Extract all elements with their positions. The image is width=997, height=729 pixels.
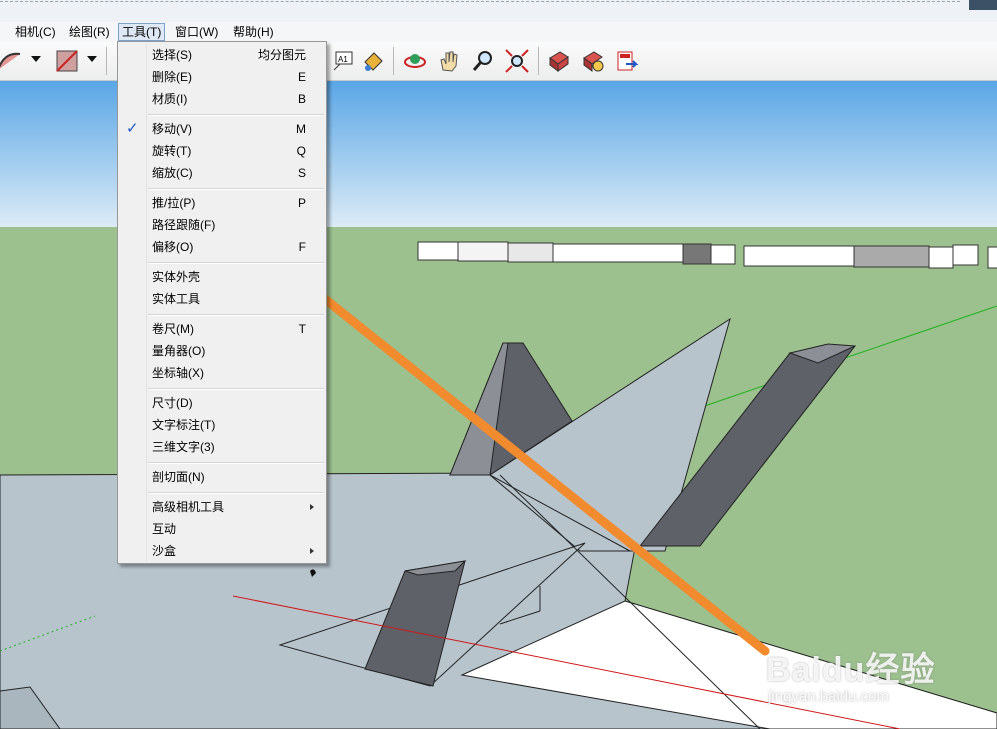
menu-item-follow-me[interactable]: 路径跟随(F) — [120, 214, 324, 236]
menu-item-offset[interactable]: 偏移(O) F — [120, 236, 324, 258]
menu-item-protractor[interactable]: 量角器(O) — [120, 340, 324, 362]
menu-item-3d-text[interactable]: 三维文字(3) — [120, 436, 324, 458]
submenu-arrow-icon — [310, 504, 314, 510]
window-corner — [969, 0, 997, 10]
menu-tools[interactable]: 工具(T) — [118, 23, 166, 41]
menu-item-push-pull[interactable]: 推/拉(P) P — [120, 192, 324, 214]
chevron-down-icon[interactable] — [87, 56, 97, 62]
chevron-down-icon[interactable] — [31, 56, 41, 62]
menu-window[interactable]: 窗口(W) — [172, 24, 221, 40]
menu-item-move[interactable]: ✓ 移动(V) M — [120, 118, 324, 140]
menu-item-shortcut: P — [297, 196, 306, 210]
menu-item-label: 坐标轴(X) — [152, 366, 204, 380]
menu-item-outer-shell[interactable]: 实体外壳 — [120, 266, 324, 288]
menu-item-shortcut: 均分图元 — [257, 48, 306, 62]
tools-menu-dropdown: 选择(S) 均分图元 删除(E) E 材质(I) B ✓ 移动(V) M 旋转(T) Q 缩… — [117, 41, 327, 564]
menu-item-label: 互动 — [152, 522, 177, 536]
title-strip — [0, 0, 997, 23]
component-share-icon[interactable] — [580, 48, 606, 74]
watermark-logo: Baidu经验 — [766, 651, 936, 689]
baidu-watermark: Baidu经验 jingyan.baidu.com — [766, 620, 996, 720]
paint-bucket-icon[interactable] — [360, 48, 386, 74]
menu-separator — [148, 492, 324, 494]
toolbar-separator — [538, 47, 539, 75]
menu-item-label: 材质(I) — [152, 92, 188, 106]
menu-item-label: 选择(S) — [152, 48, 192, 62]
zoom-icon[interactable] — [470, 48, 496, 74]
menu-item-label: 剖切面(N) — [152, 470, 205, 484]
menu-item-shortcut: E — [297, 70, 306, 84]
menu-item-shortcut: T — [298, 322, 306, 336]
menu-item-label: 量角器(O) — [152, 344, 206, 358]
menu-item-section-plane[interactable]: 剖切面(N) — [120, 466, 324, 488]
watermark-url: jingyan.baidu.com — [768, 688, 889, 705]
menu-item-label: 缩放(C) — [152, 166, 193, 180]
menu-help[interactable]: 帮助(H) — [230, 24, 277, 40]
zoom-extents-icon[interactable] — [504, 48, 530, 74]
menu-item-label: 尺寸(D) — [152, 396, 193, 410]
menu-item-label: 实体工具 — [152, 292, 201, 306]
menu-item-shortcut: Q — [296, 144, 306, 158]
menu-item-label: 旋转(T) — [152, 144, 192, 158]
export-icon[interactable] — [614, 48, 640, 74]
arc-icon[interactable] — [0, 48, 22, 74]
toolbar-separator — [106, 47, 107, 75]
menu-item-label: 移动(V) — [152, 122, 192, 136]
menu-item-label: 实体外壳 — [152, 270, 201, 284]
orbit-icon[interactable] — [402, 48, 428, 74]
menu-separator — [148, 462, 324, 464]
menu-item-label: 沙盒 — [152, 544, 177, 558]
menu-item-label: 卷尺(M) — [152, 322, 194, 336]
menu-draw[interactable]: 绘图(R) — [66, 24, 113, 40]
menu-separator — [148, 114, 324, 116]
rectangle-icon[interactable] — [54, 48, 80, 74]
component-get-icon[interactable] — [546, 48, 572, 74]
menu-item-tape-measure[interactable]: 卷尺(M) T — [120, 318, 324, 340]
menu-item-label: 高级相机工具 — [152, 500, 225, 514]
menu-item-erase[interactable]: 删除(E) E — [120, 66, 324, 88]
menubar: 相机(C) 绘图(R) 工具(T) 窗口(W) 帮助(H) — [0, 22, 997, 42]
menu-item-advanced-camera[interactable]: 高级相机工具 — [120, 496, 324, 518]
menu-item-rotate[interactable]: 旋转(T) Q — [120, 140, 324, 162]
menu-item-select[interactable]: 选择(S) 均分图元 — [120, 44, 324, 66]
menu-item-axes[interactable]: 坐标轴(X) — [120, 362, 324, 384]
toolbar-separator — [393, 47, 394, 75]
submenu-arrow-icon — [310, 548, 314, 554]
text-label-icon[interactable]: A1 — [330, 48, 356, 74]
menu-camera[interactable]: 相机(C) — [12, 24, 59, 40]
menu-separator — [148, 314, 324, 316]
menu-item-text[interactable]: 文字标注(T) — [120, 414, 324, 436]
pan-hand-icon[interactable] — [436, 48, 462, 74]
menu-item-dimensions[interactable]: 尺寸(D) — [120, 392, 324, 414]
menu-item-label: 三维文字(3) — [152, 440, 215, 454]
menu-item-label: 路径跟随(F) — [152, 218, 216, 232]
menu-item-shortcut: B — [297, 92, 306, 106]
menu-item-shortcut: S — [297, 166, 306, 180]
menu-item-label: 文字标注(T) — [152, 418, 216, 432]
menu-item-solid-tools[interactable]: 实体工具 — [120, 288, 324, 310]
menu-item-interact[interactable]: 互动 — [120, 518, 324, 540]
menu-item-label: 删除(E) — [152, 70, 192, 84]
menu-separator — [148, 262, 324, 264]
checkmark-icon: ✓ — [126, 120, 139, 137]
menu-item-label: 推/拉(P) — [152, 196, 196, 210]
menu-item-shortcut: F — [298, 240, 306, 254]
svg-text:A1: A1 — [338, 55, 348, 64]
menu-item-label: 偏移(O) — [152, 240, 194, 254]
menu-item-material[interactable]: 材质(I) B — [120, 88, 324, 110]
menu-separator — [148, 388, 324, 390]
menu-separator — [148, 188, 324, 190]
menu-item-sandbox[interactable]: 沙盒 — [120, 540, 324, 562]
menu-item-shortcut: M — [296, 122, 306, 136]
menu-item-scale[interactable]: 缩放(C) S — [120, 162, 324, 184]
